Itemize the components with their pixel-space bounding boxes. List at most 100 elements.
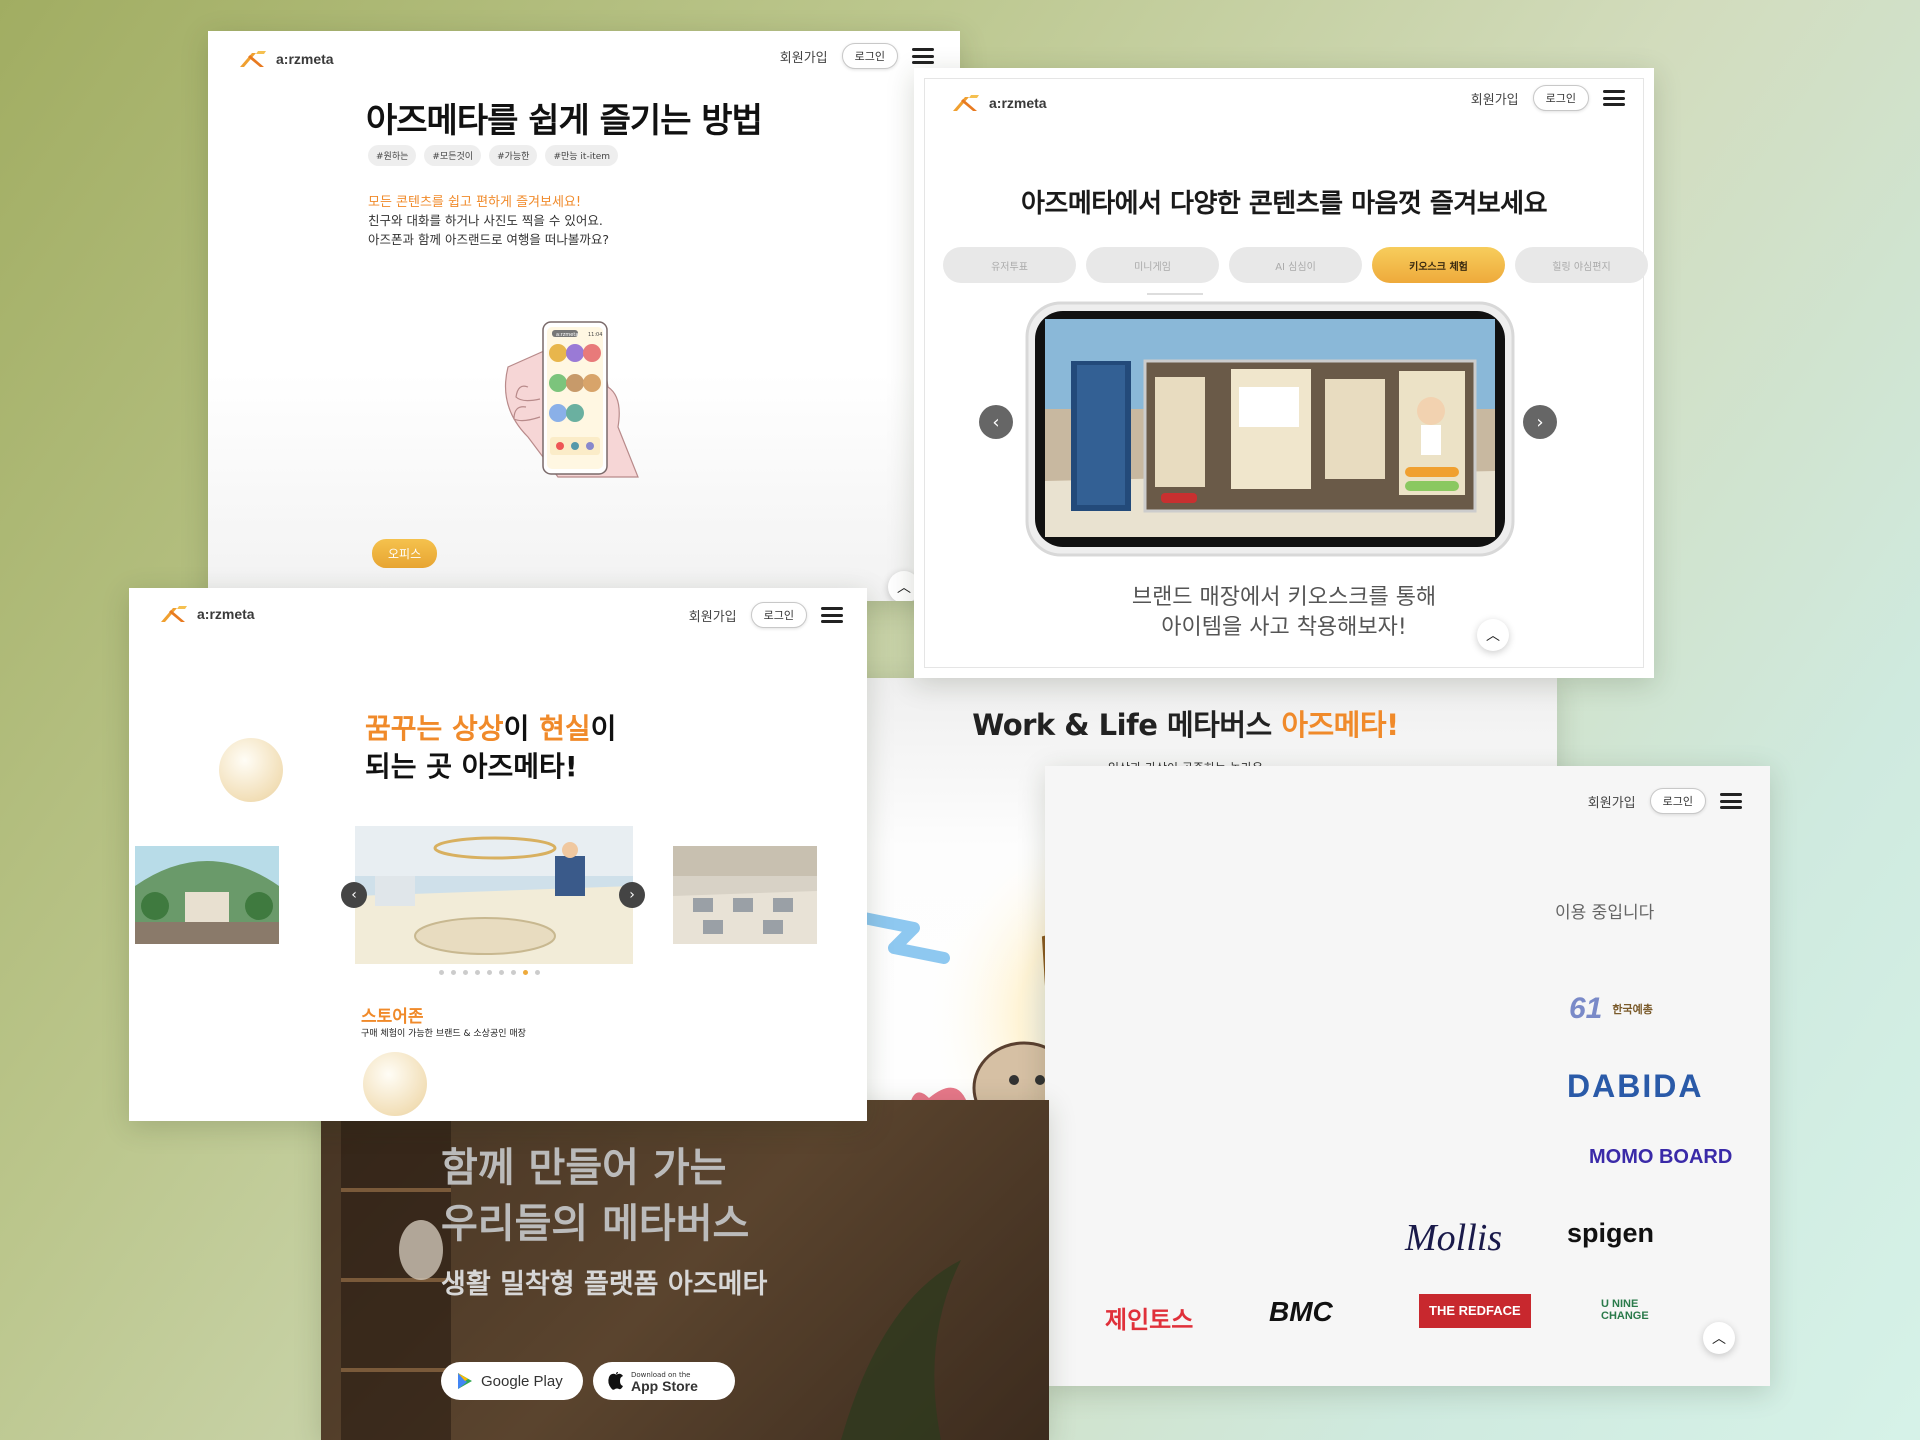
login-button[interactable]: 로그인 <box>1532 85 1589 111</box>
google-play-icon <box>458 1373 472 1389</box>
menu-icon[interactable] <box>1720 793 1742 809</box>
login-button[interactable]: 로그인 <box>1649 788 1706 814</box>
hashtag[interactable]: #만능 it-item <box>545 145 619 166</box>
contents-frame: a:rzmeta 회원가입 로그인 아즈메타에서 다양한 콘텐츠를 마음껏 즐겨… <box>924 78 1648 668</box>
brand-logo[interactable]: a:rzmeta <box>949 93 1047 113</box>
chevron-up-icon[interactable]: ︿ <box>1703 1322 1735 1354</box>
carousel-dot[interactable] <box>499 970 504 975</box>
next-slide-button[interactable]: › <box>1523 405 1557 439</box>
partner-logo-text: 한국예총 <box>1612 1003 1653 1016</box>
signup-link[interactable]: 회원가입 <box>1471 89 1519 108</box>
hero-title: Work & Life 메타버스 아즈메타! <box>814 702 1557 744</box>
carousel-dot[interactable] <box>511 970 516 975</box>
title-word: 이 <box>590 712 617 745</box>
carousel-dot[interactable] <box>451 970 456 975</box>
tab-ai-chat[interactable]: AI 심심이 <box>1229 247 1362 283</box>
tab-healing-letter[interactable]: 힐링 야심편지 <box>1515 247 1648 283</box>
hand-holding-phone-illustration: a:rzmeta 11:04 <box>504 321 639 478</box>
google-play-label: Google Play <box>481 1372 563 1390</box>
partner-logo-text: U NINE CHANGE <box>1601 1298 1649 1322</box>
brand-name: a:rzmeta <box>276 51 334 67</box>
zone-title: 꿈꾸는 상상이 현실이 되는 곳 아즈메타! <box>365 710 616 786</box>
slide-current-store[interactable] <box>355 826 633 964</box>
title-word: 상상 <box>452 712 504 745</box>
apple-icon <box>608 1372 623 1390</box>
brand-logo[interactable]: a:rzmeta <box>236 49 334 69</box>
next-slide-button[interactable]: › <box>619 882 645 908</box>
tab-user-vote[interactable]: 유저투표 <box>943 247 1076 283</box>
partner-logo: 61 한국예총 <box>1569 992 1653 1026</box>
phone-time: 11:04 <box>588 332 602 338</box>
hashtag[interactable]: #모든것이 <box>424 145 482 166</box>
brand-logo[interactable]: a:rzmeta <box>157 604 255 624</box>
partners-page-card: 회원가입 로그인 이용 중입니다 61 한국예총 DABIDA MOMO BOA… <box>1045 766 1770 1386</box>
description-line: 아즈폰과 함께 아즈랜드로 여행을 떠나볼까요? <box>368 232 610 247</box>
slide-thumbnail-office[interactable] <box>673 846 817 944</box>
lightning-decoration <box>858 912 950 964</box>
hashtag[interactable]: #가능한 <box>489 145 538 166</box>
menu-icon[interactable] <box>821 607 843 623</box>
zone-title-line: 되는 곳 아즈메타! <box>365 750 578 783</box>
header-nav: 회원가입 로그인 <box>780 43 934 69</box>
app-store-text: App Store <box>631 1378 698 1394</box>
arzmeta-logo-icon <box>953 95 979 111</box>
tab-scroll-indicator <box>1147 293 1203 295</box>
office-button[interactable]: 오피스 <box>372 539 438 568</box>
carousel-dot[interactable] <box>439 970 444 975</box>
guide-page-card: a:rzmeta 회원가입 로그인 아즈메타를 쉽게 즐기는 방법 #원하는 #… <box>208 31 960 601</box>
partner-logo-text: 제인토스 <box>1105 1306 1194 1334</box>
lead-text: 모든 콘텐츠를 쉽고 편하게 즐겨보세요! <box>368 195 582 210</box>
prev-slide-button[interactable]: ‹ <box>341 882 367 908</box>
partner-logo-text: BMC <box>1269 1296 1333 1327</box>
contents-page-card: a:rzmeta 회원가입 로그인 아즈메타에서 다양한 콘텐츠를 마음껏 즐겨… <box>914 68 1654 678</box>
menu-icon[interactable] <box>912 48 934 64</box>
signup-link[interactable]: 회원가입 <box>689 606 737 625</box>
signup-link[interactable]: 회원가입 <box>780 47 828 66</box>
menu-icon[interactable] <box>1603 90 1625 106</box>
signup-link[interactable]: 회원가입 <box>1588 792 1636 811</box>
slide-thumbnail-garden[interactable] <box>135 846 279 944</box>
carousel-dots <box>439 970 540 975</box>
decorative-orb <box>363 1052 427 1116</box>
app-store-button[interactable]: Download on the App Store <box>593 1362 735 1400</box>
brand-name: a:rzmeta <box>197 606 255 622</box>
store-zone-description: 구매 체험이 가능한 브랜드 & 소상공인 매장 <box>361 1029 526 1039</box>
description-line: 친구와 대화를 하거나 사진도 찍을 수 있어요. <box>368 213 603 228</box>
login-button[interactable]: 로그인 <box>750 602 807 628</box>
title-word: 이 <box>503 712 540 745</box>
carousel-dot[interactable] <box>487 970 492 975</box>
phone-brand-label: a:rzmeta <box>556 332 578 338</box>
app-download-card: 함께 만들어 가는 우리들의 메타버스 생활 밀착형 플랫폼 아즈메타 Goog… <box>321 1100 1049 1440</box>
usage-text: 이용 중입니다 <box>1555 903 1655 923</box>
site-header: a:rzmeta 회원가입 로그인 <box>208 31 960 87</box>
caption-line: 브랜드 매장에서 키오스크를 통해 <box>1131 585 1437 610</box>
carousel-dot[interactable] <box>475 970 480 975</box>
prev-slide-button[interactable]: ‹ <box>979 405 1013 439</box>
tab-kiosk[interactable]: 키오스크 체험 <box>1372 247 1505 283</box>
page-title: 아즈메타를 쉽게 즐기는 방법 <box>366 101 763 141</box>
slide-caption: 브랜드 매장에서 키오스크를 통해 아이템을 사고 착용해보자! <box>925 583 1643 643</box>
partner-logo-text: spigen <box>1567 1218 1655 1248</box>
section-title: 아즈메타에서 다양한 콘텐츠를 마음껏 즐겨보세요 <box>1020 189 1548 219</box>
carousel-dot[interactable] <box>463 970 468 975</box>
partner-logo-text: THE REDFACE <box>1419 1294 1531 1328</box>
caption-line: 아이템을 사고 착용해보자! <box>1161 615 1407 640</box>
tab-mini-game[interactable]: 미니게임 <box>1086 247 1219 283</box>
header-nav: 회원가입 로그인 <box>1588 788 1742 814</box>
google-play-button[interactable]: Google Play <box>441 1362 583 1400</box>
partner-logo-text: DABIDA <box>1567 1068 1704 1104</box>
chevron-up-icon[interactable]: ︿ <box>1477 619 1509 651</box>
decorative-orb <box>219 738 283 802</box>
carousel-dot-active[interactable] <box>523 970 528 975</box>
login-button[interactable]: 로그인 <box>841 43 898 69</box>
title-word: 현실 <box>539 712 591 745</box>
hashtag[interactable]: #원하는 <box>368 145 417 166</box>
hashtag-list: #원하는 #모든것이 #가능한 #만능 it-item <box>368 145 619 166</box>
arzmeta-logo-icon <box>161 606 187 622</box>
hero-title-main: Work & Life 메타버스 <box>972 708 1282 742</box>
carousel-dot[interactable] <box>535 970 540 975</box>
header-nav: 회원가입 로그인 <box>1471 85 1625 111</box>
app-store-label: Download on the App Store <box>631 1370 698 1394</box>
partner-logo-text: Mollis <box>1405 1217 1503 1259</box>
description: 친구와 대화를 하거나 사진도 찍을 수 있어요. 아즈폰과 함께 아즈랜드로 … <box>368 211 609 249</box>
